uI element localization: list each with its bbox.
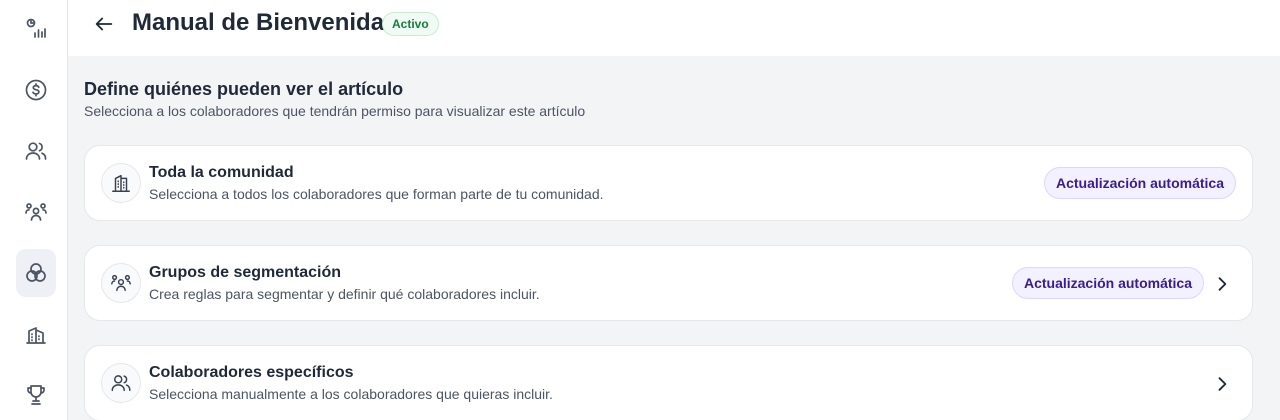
arrow-left-icon [95, 17, 113, 31]
option-title: Toda la comunidad [149, 164, 294, 181]
option-description: Crea reglas para segmentar y definir qué… [149, 286, 540, 302]
users-icon [111, 375, 131, 392]
auto-update-badge: Actualización automática [1011, 267, 1204, 299]
analytics-icon [26, 18, 46, 38]
team-icon [111, 274, 131, 292]
option-card-community[interactable]: Toda la comunidad Selecciona a todos los… [84, 145, 1253, 221]
back-button[interactable] [92, 12, 116, 36]
status-badge: Activo [382, 12, 439, 36]
dollar-icon [25, 79, 47, 101]
nav-groups[interactable] [16, 249, 56, 297]
building-icon [112, 174, 130, 192]
nav-offices[interactable] [16, 310, 56, 358]
nav-teams[interactable] [16, 188, 56, 236]
option-card-specific-users[interactable]: Colaboradores específicos Selecciona man… [84, 345, 1253, 420]
building-icon [26, 327, 46, 344]
option-title: Colaboradores específicos [149, 364, 354, 381]
section-subtitle: Selecciona a los colaboradores que tendr… [84, 103, 586, 119]
option-icon-wrapper [101, 263, 141, 303]
sidebar [0, 0, 68, 420]
option-icon-wrapper [101, 363, 141, 403]
section-title: Define quiénes pueden ver el artículo [84, 79, 404, 99]
team-icon [25, 203, 47, 221]
users-icon [25, 142, 47, 160]
circles-icon [26, 263, 46, 282]
trophy-icon [27, 385, 45, 405]
option-description: Selecciona a todos los colaboradores que… [149, 186, 604, 202]
nav-users[interactable] [16, 127, 56, 175]
auto-update-badge: Actualización automática [1043, 167, 1236, 199]
page-title: Manual de Bienvenida [132, 9, 385, 36]
option-description: Selecciona manualmente a los colaborador… [149, 386, 553, 402]
option-title: Grupos de segmentación [149, 264, 342, 281]
chevron-right-icon[interactable] [1210, 272, 1234, 296]
option-icon-wrapper [101, 163, 141, 203]
chevron-right-icon[interactable] [1210, 372, 1234, 396]
nav-analytics[interactable] [16, 5, 56, 53]
nav-awards[interactable] [16, 371, 56, 419]
option-card-segment-groups[interactable]: Grupos de segmentación Crea reglas para … [84, 245, 1253, 321]
top-bar: Manual de Bienvenida Activo [68, 0, 1280, 56]
nav-payments[interactable] [16, 66, 56, 114]
